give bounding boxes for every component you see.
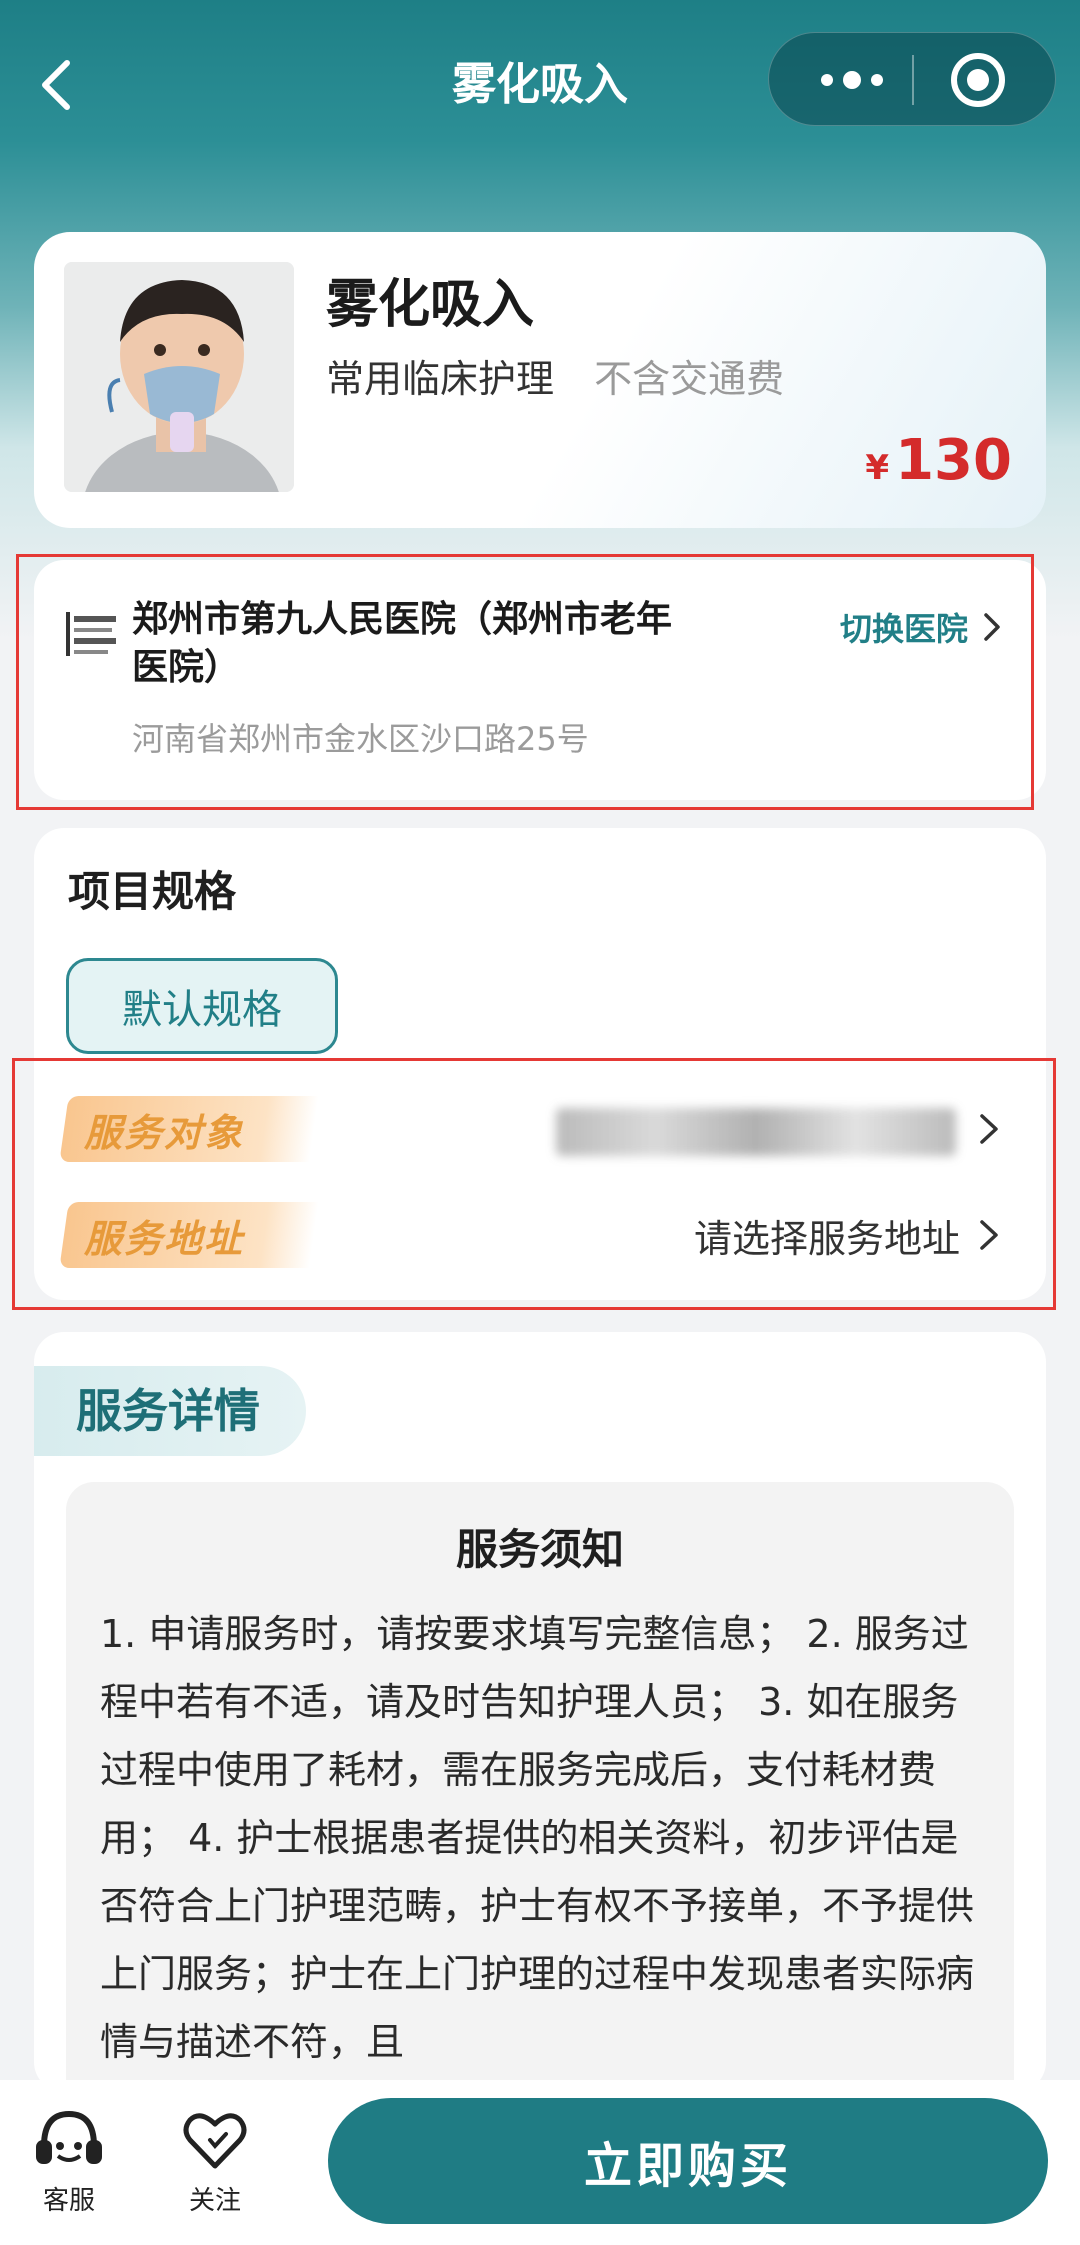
spec-option-default[interactable]: 默认规格 xyxy=(66,958,338,1054)
service-target-label: 服务对象 xyxy=(84,1111,245,1155)
chevron-right-icon xyxy=(980,1220,998,1250)
customer-service-button[interactable]: 客服 xyxy=(14,2106,124,2217)
service-address-value: 请选择服务地址 xyxy=(693,1217,960,1261)
hospital-card[interactable]: 郑州市第九人民医院（郑州市老年医院） 切换医院 河南省郑州市金水区沙口路25号 xyxy=(34,560,1046,800)
notice-title: 服务须知 xyxy=(455,1525,624,1574)
tab-service-detail[interactable]: 服务详情 xyxy=(34,1366,306,1456)
spec-card: 项目规格 默认规格 服务对象 服务地址 请选择服务地址 xyxy=(34,828,1046,1300)
chevron-right-icon xyxy=(984,613,1000,641)
hospital-logo xyxy=(64,606,122,662)
bottom-bar: 客服 关注 立即购买 xyxy=(0,2080,1080,2245)
follow-button[interactable]: 关注 xyxy=(160,2106,270,2217)
service-address-label: 服务地址 xyxy=(84,1217,245,1261)
product-image xyxy=(64,262,294,492)
product-price: ¥130 xyxy=(865,428,1012,493)
service-target-value-blurred xyxy=(556,1108,956,1156)
chevron-right-icon xyxy=(980,1114,998,1144)
service-notice-box: 服务须知 1. 申请服务时，请按要求填写完整信息； 2. 服务过程中若有不适，请… xyxy=(66,1482,1014,2092)
service-target-row[interactable]: 服务对象 xyxy=(34,1090,1046,1170)
buy-now-button[interactable]: 立即购买 xyxy=(328,2098,1048,2224)
service-detail-card: 服务详情 服务须知 1. 申请服务时，请按要求填写完整信息； 2. 服务过程中若… xyxy=(34,1332,1046,2092)
customer-service-label: 客服 xyxy=(42,2186,95,2216)
product-category-tag: 常用临床护理 xyxy=(326,357,555,401)
heart-icon xyxy=(183,2113,247,2169)
notice-body: 1. 申请服务时，请按要求填写完整信息； 2. 服务过程中若有不适，请及时告知护… xyxy=(100,1612,975,2064)
service-address-row[interactable]: 服务地址 请选择服务地址 xyxy=(34,1196,1046,1276)
product-name: 雾化吸入 xyxy=(326,275,535,335)
price-value: 130 xyxy=(895,428,1012,493)
capsule-divider xyxy=(912,55,914,105)
hospital-address: 河南省郑州市金水区沙口路25号 xyxy=(132,720,589,758)
switch-hospital-button[interactable]: 切换医院 xyxy=(840,604,1002,650)
follow-label: 关注 xyxy=(188,2186,241,2216)
product-card: 雾化吸入 常用临床护理 不含交通费 ¥130 xyxy=(34,232,1046,528)
product-tags: 常用临床护理 不含交通费 xyxy=(326,348,784,403)
hospital-name: 郑州市第九人民医院（郑州市老年医院） xyxy=(132,599,673,688)
nav-bar: 雾化吸入 xyxy=(0,30,1080,140)
mini-program-capsule xyxy=(768,32,1056,126)
price-currency: ¥ xyxy=(865,448,890,488)
switch-hospital-label: 切换医院 xyxy=(839,610,968,648)
close-target-icon[interactable] xyxy=(951,53,1005,107)
more-icon[interactable] xyxy=(797,33,907,127)
spec-title: 项目规格 xyxy=(68,867,237,916)
product-note-tag: 不含交通费 xyxy=(594,357,785,401)
headset-icon xyxy=(36,2110,102,2164)
